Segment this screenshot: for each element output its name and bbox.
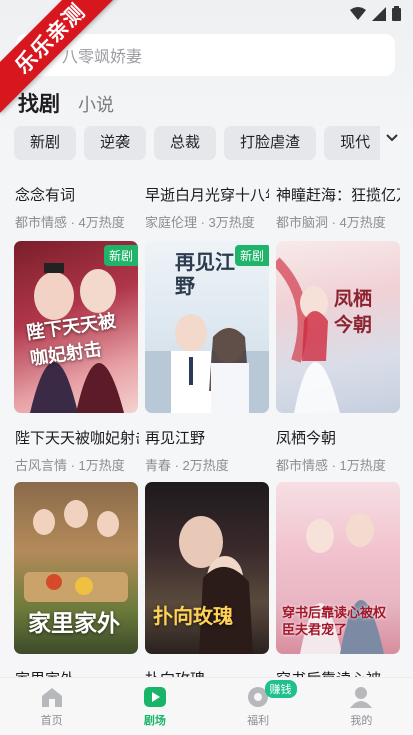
chip-modern[interactable]: 现代 (324, 126, 380, 160)
cover-title-text: 再见江野 (175, 252, 235, 298)
nav-label: 福利 (247, 715, 270, 727)
bottom-nav: 首页 剧场 福利 赚钱 我的 (0, 677, 413, 735)
drama-meta: 青春 · 2万热度 (145, 458, 229, 473)
drama-title: 早逝白月光穿十八年后 (145, 187, 269, 204)
signal-icon (372, 6, 386, 21)
drama-title: 凤栖今朝 (276, 430, 337, 447)
drama-cover[interactable]: 新剧 陛下天天被咖妃射击 (14, 241, 138, 413)
theater-icon (143, 687, 166, 707)
list-item[interactable]: 凤栖今朝 都市情感 · 1万热度 (276, 427, 400, 474)
search-bar[interactable]: 八零飒娇妻 (16, 34, 395, 76)
chip-comeback[interactable]: 逆袭 (84, 126, 147, 160)
cover-title-text: 家里家外 (28, 610, 120, 636)
home-icon (41, 688, 62, 707)
earn-badge: 赚钱 (264, 680, 297, 698)
tab-novel[interactable]: 小说 (78, 91, 114, 117)
app-screen: 乐乐亲测 八零飒娇妻 找剧 小说 新剧 逆袭 总裁 打脸虐渣 现代 念念有词 都… (0, 0, 413, 735)
nav-welfare[interactable]: 福利 赚钱 (207, 678, 310, 735)
drama-title: 陛下天天被咖妃射击 (15, 430, 139, 447)
drama-title: 念念有词 (15, 187, 76, 204)
profile-icon (350, 687, 373, 708)
category-chips: 新剧 逆袭 总裁 打脸虐渣 现代 (14, 126, 380, 162)
drama-meta: 都市情感 · 4万热度 (15, 215, 125, 230)
nav-label: 首页 (40, 715, 63, 727)
status-icons (350, 6, 401, 21)
drama-meta: 都市脑洞 · 4万热度 (276, 215, 386, 230)
nav-label: 剧场 (143, 715, 166, 727)
drama-cover[interactable]: 扑向玫瑰 (145, 482, 269, 654)
drama-title: 神瞳赶海：狂揽亿万 (276, 187, 400, 204)
chip-revenge[interactable]: 打脸虐渣 (224, 126, 317, 160)
drama-cover[interactable]: 穿书后靠读心被权臣夫君宠了 (276, 482, 400, 654)
chevron-down-icon[interactable] (385, 132, 399, 144)
cover-title-text: 凤栖今朝 (334, 289, 373, 336)
nav-theater[interactable]: 剧场 (103, 678, 206, 735)
new-badge: 新剧 (103, 245, 138, 266)
drama-meta: 古风言情 · 1万热度 (15, 458, 125, 473)
main-tabs: 找剧 小说 (18, 88, 114, 118)
drama-cover[interactable]: 凤栖今朝 (276, 241, 400, 413)
wifi-icon (350, 6, 366, 20)
drama-meta: 家庭伦理 · 3万热度 (145, 215, 255, 230)
nav-label: 我的 (350, 715, 373, 727)
chip-ceo[interactable]: 总裁 (154, 126, 217, 160)
search-placeholder: 八零飒娇妻 (62, 49, 143, 66)
nav-profile[interactable]: 我的 (310, 678, 413, 735)
tab-drama[interactable]: 找剧 (18, 88, 60, 118)
list-item[interactable]: 再见江野 青春 · 2万热度 (145, 427, 269, 474)
list-item[interactable]: 早逝白月光穿十八年后 家庭伦理 · 3万热度 (145, 184, 269, 231)
drama-title: 再见江野 (145, 430, 206, 447)
drama-meta: 都市情感 · 1万热度 (276, 458, 386, 473)
drama-cover[interactable]: 家里家外 (14, 482, 138, 654)
list-item[interactable]: 神瞳赶海：狂揽亿万 都市脑洞 · 4万热度 (276, 184, 400, 231)
list-item[interactable]: 陛下天天被咖妃射击 古风言情 · 1万热度 (15, 427, 139, 474)
battery-icon (392, 6, 401, 21)
list-item[interactable]: 念念有词 都市情感 · 4万热度 (15, 184, 139, 231)
nav-home[interactable]: 首页 (0, 678, 103, 735)
chip-new[interactable]: 新剧 (14, 126, 77, 160)
drama-cover[interactable]: 新剧 再见江野 (145, 241, 269, 413)
cover-title-text: 穿书后靠读心被权臣夫君宠了 (282, 605, 387, 637)
cover-title-text: 扑向玫瑰 (153, 606, 233, 628)
